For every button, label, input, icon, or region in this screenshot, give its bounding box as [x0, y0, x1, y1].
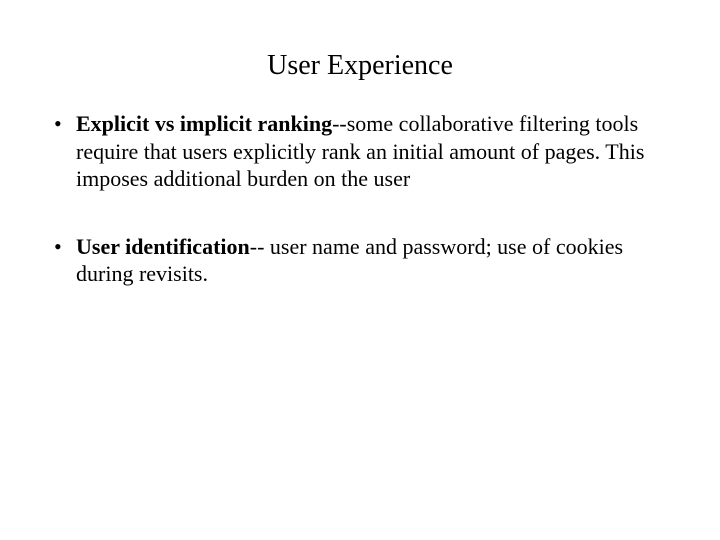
list-item: Explicit vs implicit ranking--some colla…: [50, 110, 670, 193]
slide: User Experience Explicit vs implicit ran…: [0, 0, 720, 288]
list-item: User identification-- user name and pass…: [50, 233, 670, 288]
bullet-bold: Explicit vs implicit ranking: [76, 111, 332, 136]
slide-title: User Experience: [50, 50, 670, 82]
bullet-bold: User identification: [76, 234, 250, 259]
bullet-list: Explicit vs implicit ranking--some colla…: [50, 110, 670, 288]
